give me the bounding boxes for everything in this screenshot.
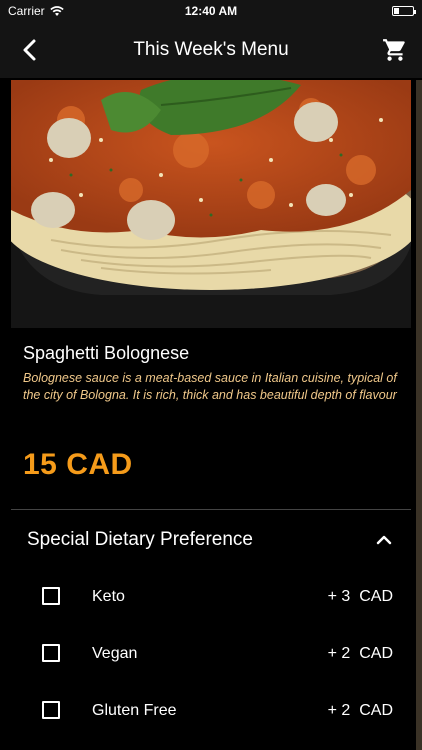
checkbox[interactable] bbox=[42, 701, 60, 719]
status-right bbox=[392, 6, 416, 16]
page-title: This Week's Menu bbox=[133, 39, 289, 60]
dish-name: Spaghetti Bolognese bbox=[23, 343, 190, 363]
divider bbox=[11, 509, 411, 510]
section-title: Special Dietary Preference bbox=[27, 529, 253, 550]
shopping-cart-icon[interactable] bbox=[382, 37, 408, 63]
status-time: 12:40 AM bbox=[184, 4, 238, 18]
dish-image bbox=[11, 80, 411, 328]
status-bar: Carrier 12:40 AM bbox=[0, 0, 422, 22]
dietary-preference-toggle[interactable]: Special Dietary Preference bbox=[11, 515, 411, 567]
chevron-up-icon bbox=[376, 535, 392, 545]
option-keto[interactable]: Keto + 3 CAD bbox=[11, 577, 411, 617]
option-label: Vegan bbox=[92, 645, 138, 662]
option-price: + 2 CAD bbox=[327, 645, 393, 662]
option-price: + 3 CAD bbox=[327, 588, 393, 605]
option-vegan[interactable]: Vegan + 2 CAD bbox=[11, 634, 411, 674]
spaghetti-bolognese-photo bbox=[11, 80, 411, 328]
next-card-edge bbox=[416, 80, 422, 750]
checkbox[interactable] bbox=[42, 644, 60, 662]
dish-description: Bolognese sauce is a meat-based sauce in… bbox=[23, 371, 397, 402]
back-button[interactable] bbox=[18, 37, 42, 63]
option-gluten-free[interactable]: Gluten Free + 2 CAD bbox=[11, 691, 411, 731]
battery-icon bbox=[392, 6, 416, 16]
battery-fill bbox=[394, 8, 399, 14]
option-price: + 2 CAD bbox=[327, 702, 393, 719]
nav-bar: This Week's Menu bbox=[0, 22, 422, 78]
option-label: Keto bbox=[92, 588, 125, 605]
screen: Carrier 12:40 AM This Week's Menu Spaghe… bbox=[0, 0, 422, 750]
option-label: Gluten Free bbox=[92, 702, 177, 719]
dish-price: 15 CAD bbox=[23, 448, 133, 481]
checkbox[interactable] bbox=[42, 587, 60, 605]
